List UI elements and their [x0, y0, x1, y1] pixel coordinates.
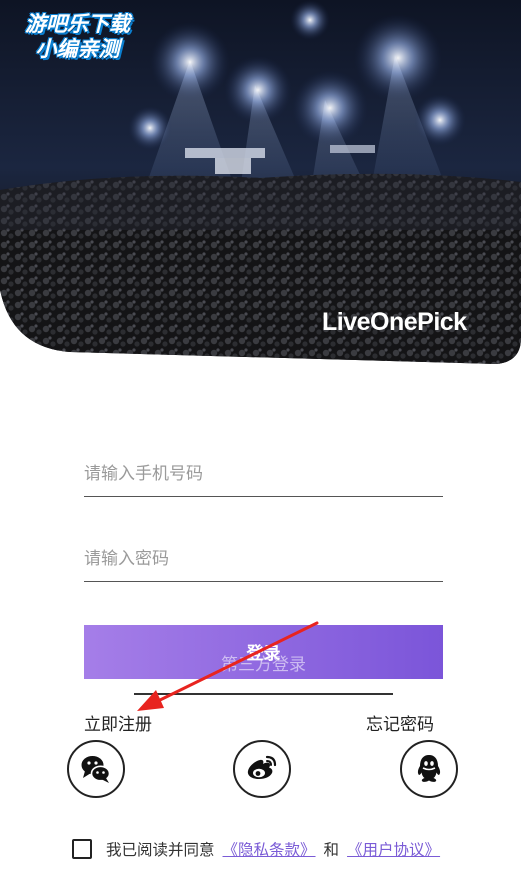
agreement-row: 我已阅读并同意 《隐私条款》 和 《用户协议》 [72, 837, 440, 861]
user-agreement-link[interactable]: 《用户协议》 [347, 838, 440, 860]
password-field[interactable] [84, 538, 443, 582]
phone-field[interactable] [84, 453, 443, 497]
hero-banner: 游吧乐下载 小编亲测 LiveOnePick [0, 0, 521, 372]
privacy-policy-link[interactable]: 《隐私条款》 [223, 838, 316, 860]
agreement-checkbox[interactable] [72, 839, 92, 859]
forgot-password-link[interactable]: 忘记密码 [366, 710, 434, 735]
third-party-login-label: 第三方登录 [221, 655, 306, 675]
register-link[interactable]: 立即注册 [84, 710, 152, 735]
wechat-icon [81, 756, 111, 783]
agreement-and: 和 [323, 841, 340, 859]
phone-input[interactable] [84, 453, 443, 496]
wechat-login-button[interactable] [67, 740, 125, 798]
qq-login-button[interactable] [400, 740, 458, 798]
weibo-icon [247, 755, 277, 779]
password-input[interactable] [84, 538, 443, 581]
weibo-login-button[interactable] [233, 740, 291, 798]
watermark-logo: 游吧乐下载 小编亲测 [25, 12, 130, 61]
brand-title: LiveOnePick [322, 308, 467, 336]
agreement-prefix: 我已阅读并同意 [106, 841, 215, 859]
divider [134, 693, 393, 695]
qq-icon [417, 755, 441, 782]
